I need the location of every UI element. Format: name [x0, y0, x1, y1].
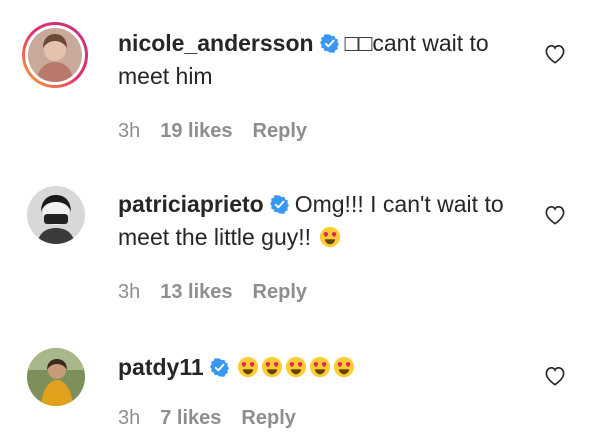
avatar[interactable] — [28, 28, 82, 82]
avatar[interactable] — [27, 186, 85, 244]
comment-meta: 3h 19 likes Reply — [118, 120, 327, 143]
heart-eyes-emoji-icon — [319, 226, 341, 248]
comment-item: patdy11 3h 7 likes Reply — [0, 315, 600, 445]
heart-outline-icon[interactable] — [544, 205, 566, 225]
comment-body: patdy11 — [118, 351, 538, 384]
heart-eyes-emoji-icon — [237, 356, 259, 378]
username[interactable]: patriciaprieto — [118, 191, 264, 217]
comment-body: patriciaprieto Omg!!! I can't wait to mee… — [118, 188, 538, 254]
comment-body: nicole_andersson □□cant wait to meet him — [118, 27, 538, 93]
heart-eyes-emoji-icon — [309, 356, 331, 378]
reply-button[interactable]: Reply — [253, 281, 307, 303]
username[interactable]: patdy11 — [118, 354, 204, 380]
username[interactable]: nicole_andersson — [118, 30, 314, 56]
reply-button[interactable]: Reply — [253, 120, 307, 142]
heart-eyes-emoji-icon — [261, 356, 283, 378]
likes-count[interactable]: 7 likes — [160, 407, 221, 429]
comment-item: patriciaprieto Omg!!! I can't wait to mee… — [0, 160, 600, 315]
heart-eyes-emoji-icon — [285, 356, 307, 378]
avatar[interactable] — [27, 348, 85, 406]
heart-outline-icon[interactable] — [544, 44, 566, 64]
likes-count[interactable]: 13 likes — [160, 281, 232, 303]
verified-badge-icon — [210, 358, 229, 377]
comment-meta: 3h 13 likes Reply — [118, 281, 327, 304]
comment-time: 3h — [118, 407, 141, 429]
comment-item: nicole_andersson □□cant wait to meet him … — [0, 0, 600, 160]
reply-button[interactable]: Reply — [241, 407, 295, 429]
comment-meta: 3h 7 likes Reply — [118, 407, 316, 430]
comment-time: 3h — [118, 120, 141, 142]
verified-badge-icon — [270, 195, 289, 214]
comment-time: 3h — [118, 281, 141, 303]
likes-count[interactable]: 19 likes — [160, 120, 232, 142]
heart-eyes-emoji-icon — [333, 356, 355, 378]
heart-outline-icon[interactable] — [544, 366, 566, 386]
verified-badge-icon — [320, 34, 339, 53]
